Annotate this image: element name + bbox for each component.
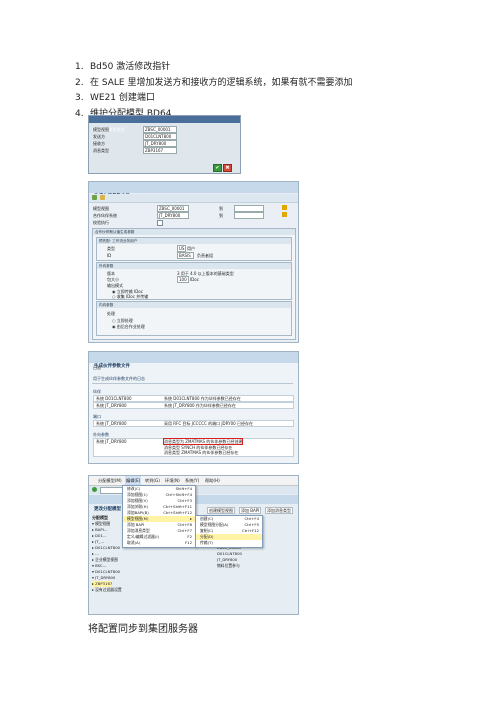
label-to-2: 到 xyxy=(219,213,223,218)
log-row: 系统 JT_DRY800 消息类型为 ZMATMAS 的伙伴参数已经创建 消息类… xyxy=(93,438,294,457)
menu-goto[interactable]: 转到(G) xyxy=(145,476,160,485)
menu-environment[interactable]: 环境(N) xyxy=(165,476,180,485)
tree-node[interactable]: ▸ 没有过滤器设置 xyxy=(92,587,122,593)
enter-icon[interactable] xyxy=(92,487,97,492)
create-model-view-button[interactable]: 创建模型视图 xyxy=(207,507,235,514)
submenu-item[interactable]: 传输(T) xyxy=(196,540,262,546)
log-row: 系统 JT_DRY800 采用 RFC 目标 JCCCCC 的端口 JDRY00… xyxy=(93,420,294,427)
outbound-params-group: 外向参数 版本 3 用于 4.0 以上版本的基础类型 包大小 100 IDoc … xyxy=(96,262,292,300)
post-processing-group: 预先配: 工作流业务用户 类型 US 用户 ID BASIS 负责者组 xyxy=(96,237,292,261)
section-outbound: 外向参数 xyxy=(93,432,109,437)
type-text: 用户 xyxy=(187,246,195,251)
partner-profile-log-screen: 生成伙伴参数文件 日志 用于生成伙伴参数文件的日志 伙伴 系统 D01CLNT8… xyxy=(88,351,299,464)
partner-system-to-field[interactable] xyxy=(234,212,264,219)
partner-system-field[interactable]: JT_DRY800 xyxy=(157,212,189,219)
execute-icon[interactable] xyxy=(92,195,97,200)
label-partner-system: 合作伙伴系统 xyxy=(93,213,117,218)
partner-defaults-group: 合作伙伴默认值生成参数 预先配: 工作流业务用户 类型 US 用户 ID BAS… xyxy=(92,228,296,340)
label-sender: 发送方 xyxy=(93,134,105,139)
app-toolbar: 创建模型视图 添加 BAPI 添加消息类型 xyxy=(207,506,295,514)
label-type: 类型 xyxy=(107,246,115,251)
id-text: 负责者组 xyxy=(197,253,213,258)
add-message-type-button[interactable]: 添加消息类型 xyxy=(265,507,293,514)
inbound-params-group: 内向参数 处理 ○ 立即处理 ◉ 由后台作业处理 xyxy=(96,301,292,336)
toolbar xyxy=(89,194,298,203)
column-model: 分配模型 xyxy=(92,515,108,520)
step-1: 1. Bd50 激活修改指针 xyxy=(75,62,171,72)
highlighted-log-text: 消息类型为 ZMATMAS 的伙伴参数已经创建 xyxy=(162,438,244,445)
proc-option-2[interactable]: ◉ 由后台作业处理 xyxy=(112,324,145,329)
label-receiver: 接收方 xyxy=(93,141,105,146)
multiple-selection-icon[interactable] xyxy=(282,205,287,210)
proc-option-1[interactable]: ○ 立即处理 xyxy=(112,318,133,323)
caption-text: 将配置同步到集团服务器 xyxy=(88,624,198,635)
model-tree: ▾ 模型视图 ▸ BAPI… ▸ D01… ▸ JT_… ▸ D01CLNT80… xyxy=(92,521,122,593)
menu-edit[interactable]: 编辑(E) xyxy=(125,476,142,485)
model-view-to-field[interactable] xyxy=(234,205,264,212)
label-model-view: 模型视图 xyxy=(93,127,109,132)
message-type-field[interactable]: ZBP3167 xyxy=(143,147,177,154)
log-row: 系统 D01CLNT800 系统 D01CLNT800 作为伙伴参数已经存在 xyxy=(93,395,294,402)
add-message-type-dialog: BD: 添加消息类型 模型视图 ZBSC_00001 发送方 D01CLNT80… xyxy=(88,115,241,174)
dialog-titlebar: BD: 添加消息类型 xyxy=(89,116,240,132)
command-field[interactable] xyxy=(100,487,124,494)
type-field[interactable]: US xyxy=(177,245,186,252)
log-row: 系统 JT_DRY800 系统 JT_DRY800 作为伙伴参数已经存在 xyxy=(93,402,294,409)
generate-partner-profile-screen: 生成伙伴参数文件 模型视图 ZBSC_00001 到 合作伙伴系统 JT_DRY… xyxy=(88,181,299,343)
step-list: 1. Bd50 激活修改指针 2. 在 SALE 里增加发送方和接收方的逻辑系统，如… xyxy=(75,60,352,122)
label-output-mode: 输出模式 xyxy=(107,283,123,288)
variant-icon[interactable] xyxy=(100,195,105,200)
screen-title: 生成伙伴参数文件 xyxy=(89,182,298,199)
label-to: 到 xyxy=(219,206,223,211)
log-label: 日志 xyxy=(93,365,101,370)
label-pack-size: 包大小 xyxy=(107,277,119,282)
model-view-field[interactable]: ZBSC_00001 xyxy=(157,205,189,212)
label-model-view: 模型视图 xyxy=(93,206,109,211)
menu-model[interactable]: 分配模型(M) xyxy=(98,476,122,485)
label-id: ID xyxy=(107,253,112,258)
label-message-type: 消息类型 xyxy=(93,148,109,153)
step-2: 2. 在 SALE 里增加发送方和接收方的逻辑系统，如果有就不需要添加 xyxy=(75,77,353,88)
confirm-icon[interactable]: ✔ xyxy=(213,164,222,172)
pack-size-field[interactable]: 100 xyxy=(177,276,189,283)
multiple-selection-icon-2[interactable] xyxy=(282,212,287,217)
menu-system[interactable]: 系统(Y) xyxy=(185,476,199,485)
section-port: 端口 xyxy=(93,414,101,419)
sender-field[interactable]: D01CLNT800 xyxy=(143,133,177,140)
check-run-checkbox[interactable] xyxy=(157,220,163,226)
model-view-field[interactable]: ZBSC_00001 xyxy=(143,126,177,133)
label-version: 版本 xyxy=(107,271,115,276)
label-check-run: 校验执行 xyxy=(93,220,109,225)
distribution-model-screen: 分配模型(M) 编辑(E) 转到(G) 环境(N) 系统(Y) 帮助(H) 更改… xyxy=(88,475,299,615)
add-bapi-button[interactable]: 添加 BAPI xyxy=(239,507,262,514)
log-header: 用于生成伙伴参数文件的日志 xyxy=(93,376,145,381)
model-view-submenu: 创建(C) Ctrl+F4 模型视图分配(A) Ctrl+F5 复制(C) Ctrl+… xyxy=(195,515,263,548)
edit-dropdown-menu: 修改(C) Shift+F4 添加视图(1) Ctrl+Shift+F4 添加视图(… xyxy=(122,485,196,548)
section-partner: 伙伴 xyxy=(93,389,101,394)
label-processing: 处理 xyxy=(107,311,115,316)
receiver-field[interactable]: JT_DRY800 xyxy=(143,140,177,147)
pack-size-unit: IDoc xyxy=(190,277,199,282)
id-field[interactable]: BASIS xyxy=(177,252,194,259)
screen-title: 生成伙伴参数文件 xyxy=(89,352,298,369)
cancel-icon[interactable]: ✖ xyxy=(223,164,232,172)
menu-help[interactable]: 帮助(H) xyxy=(205,476,220,485)
step-3: 3. WE21 创建端口 xyxy=(75,93,155,103)
menu-item[interactable]: 取消(A) F12 xyxy=(123,540,195,546)
mode-option-2[interactable]: ○ 收集 IDoc 并传输 xyxy=(112,294,148,299)
